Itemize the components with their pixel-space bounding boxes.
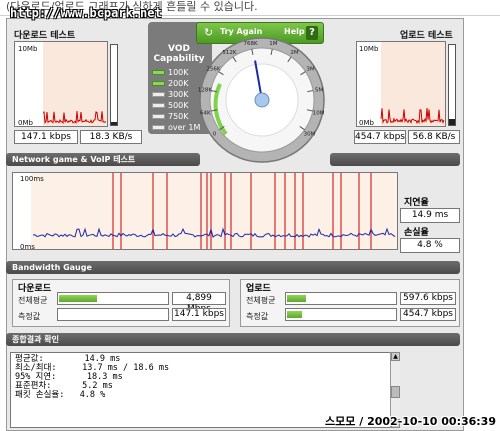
download-test-title: 다운로드 테스트: [14, 31, 76, 41]
network-latency-graph: [12, 172, 398, 250]
bandwidth-download-title: 다운로드: [18, 284, 52, 294]
loss-label: 손실율: [404, 228, 429, 238]
download-trace: [42, 110, 107, 125]
upload-kbs-box: 56.8 KB/s: [408, 130, 460, 144]
download-level-bar: [110, 44, 118, 126]
network-section-bar-right: [330, 153, 460, 166]
scroll-up-icon[interactable]: ▲: [391, 352, 400, 361]
download-ymax: 10Mb: [18, 45, 38, 53]
upload-level-bar: [448, 44, 456, 126]
vod-indicator-icon: [152, 92, 165, 97]
bandwidth-download-avg-label: 전체평균: [18, 296, 48, 305]
download-kbps-box: 147.1 kbps: [14, 130, 78, 144]
gauge-tick-label: 768K: [244, 41, 258, 47]
network-latency-svg: [31, 173, 397, 249]
vod-item-label: 300K: [168, 90, 189, 99]
bandwidth-download-meas-label: 측정값: [18, 312, 41, 321]
vod-item-label: 200K: [168, 79, 189, 88]
bandwidth-upload-meas-label: 측정값: [246, 312, 269, 321]
bandwidth-download-avg-fill: [59, 295, 97, 302]
upload-graph-svg: [380, 107, 445, 125]
upload-ymax: 10Mb: [359, 45, 379, 53]
latency-value-box: 14.9 ms: [400, 208, 460, 223]
bandwidth-upload-meas-value: 454.7 kbps: [400, 308, 456, 321]
speed-gauge: 0 64K 128K 256K 512K 768K 1M 2M 3M 5M 10M 30M: [198, 37, 325, 163]
vod-item-label: 500K: [168, 101, 189, 110]
bandwidth-upload-meas-fill: [287, 311, 303, 318]
upload-trace: [380, 107, 445, 125]
gauge-tick-label: 3M: [306, 66, 314, 72]
vod-item-label: 100K: [168, 68, 189, 77]
scroll-thumb[interactable]: [391, 386, 400, 398]
download-graph: [14, 41, 108, 127]
upload-kbps-box: 454.7 kbps: [354, 130, 406, 144]
gauge-tick-label: 1M: [269, 41, 277, 47]
network-section-bar: Network game & VoIP 테스트: [6, 153, 200, 166]
bandwidth-download-avg-track: [57, 292, 169, 305]
gauge-tick-label: 10M: [313, 110, 325, 116]
upload-level-fill: [449, 119, 455, 125]
vod-indicator-icon: [152, 81, 165, 86]
download-graph-svg: [42, 110, 107, 125]
upload-ymin: 0Mb: [359, 119, 374, 127]
vod-item-label: 750K: [168, 112, 189, 121]
download-level-fill: [111, 122, 117, 125]
gauge-tick-label: 64K: [200, 110, 211, 116]
loss-value-box: 4.8 %: [400, 238, 460, 253]
vod-indicator-icon: [152, 125, 165, 130]
capture-stamp: 스모모 / 2002-10-10 00:36:39: [325, 415, 496, 428]
network-ymin: 0ms: [20, 243, 35, 251]
gauge-tick-label: 0: [213, 131, 217, 137]
vod-indicator-icon: [152, 103, 165, 108]
bandwidth-upload-avg-value: 597.6 kbps: [400, 292, 456, 305]
gauge-tick-label: 128K: [198, 87, 212, 93]
download-kbs-box: 18.3 KB/s: [80, 130, 142, 144]
bandwidth-upload-meas-track: [285, 308, 397, 321]
bandwidth-section-bar: Bandwidth Gauge: [6, 261, 460, 274]
bandwidth-download-meas-track: [57, 308, 169, 321]
upload-test-title: 업로드 테스트: [400, 31, 453, 41]
bandwidth-upload-avg-track: [285, 292, 397, 305]
vod-indicator-icon: [152, 70, 165, 75]
results-line: 패킷 손실율: 4.8 %: [15, 390, 106, 400]
latency-label: 지연율: [404, 198, 429, 208]
bandwidth-upload-avg-fill: [287, 295, 307, 302]
upload-graph: [356, 41, 446, 127]
gauge-tick-label: 512K: [222, 50, 236, 56]
watermark-url: http://www.bcpark.net: [10, 6, 162, 20]
download-ymin: 0Mb: [18, 119, 33, 127]
network-ymax: 100ms: [20, 175, 44, 183]
vod-indicator-icon: [152, 114, 165, 119]
bandwidth-upload-avg-label: 전체평균: [246, 296, 276, 305]
bandwidth-download-meas-value: 147.1 kbps: [172, 308, 226, 321]
bandwidth-upload-title: 업로드: [246, 284, 271, 294]
right-margin: [466, 18, 500, 431]
gauge-tick-label: 30M: [304, 131, 316, 137]
gauge-tick-label: 256K: [206, 66, 220, 72]
results-section-bar: 종합결과 확인: [6, 333, 460, 346]
gauge-tick-label: 5M: [315, 87, 323, 93]
gauge-tick-label: 2M: [290, 50, 298, 56]
speed-test-window: (다운로드/업로드 그래프가 심하게 흔들릴 수 있습니다. 다운로드 테스트 …: [0, 0, 500, 431]
bandwidth-download-avg-value: 4,899 Mbps: [172, 292, 226, 314]
